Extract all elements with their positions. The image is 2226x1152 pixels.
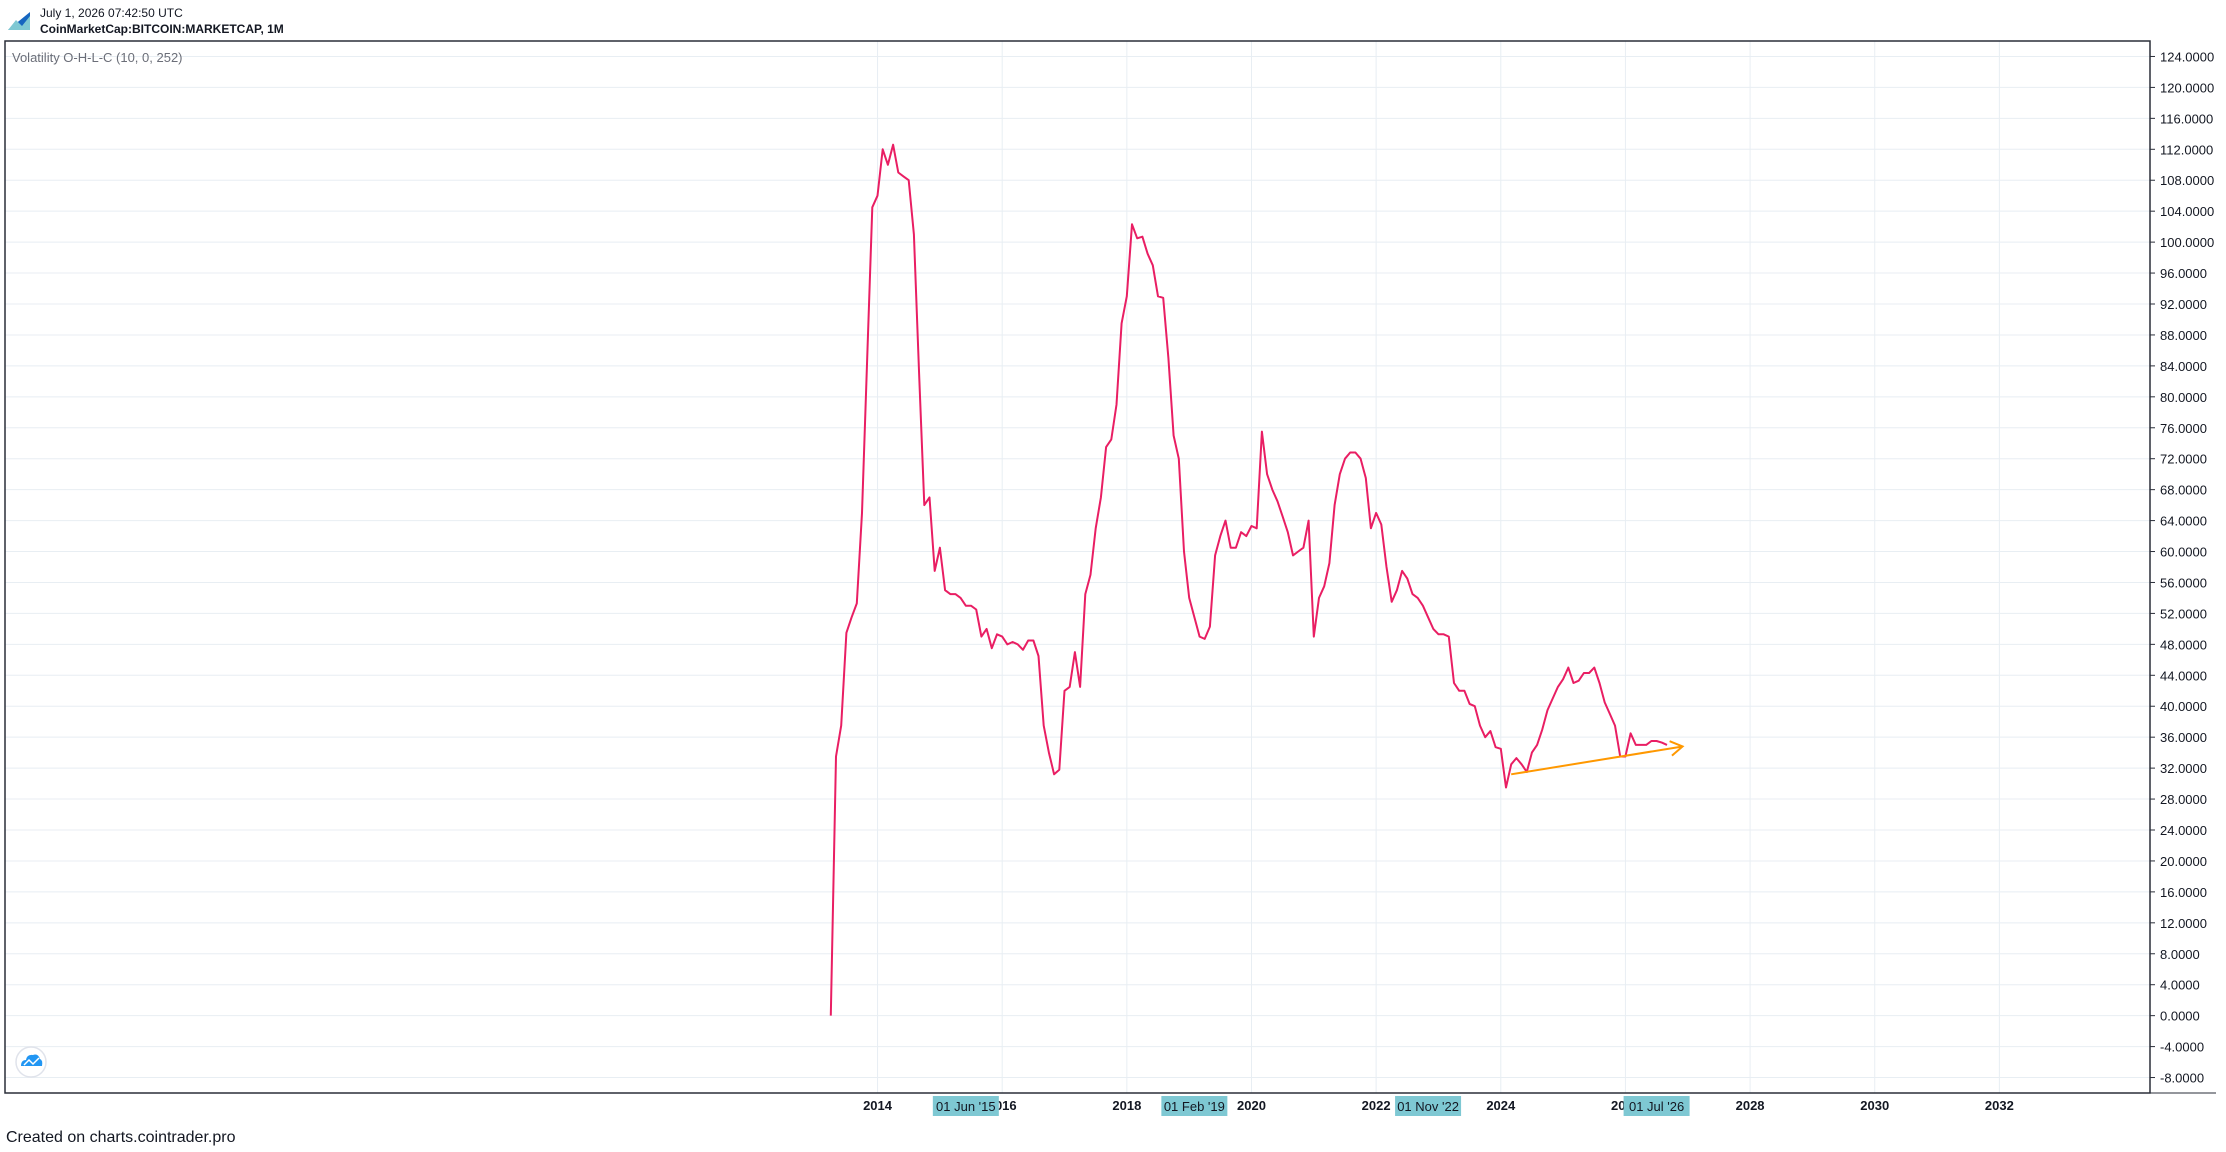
x-tick-label: 2022 (1362, 1098, 1391, 1113)
y-tick-label: 68.0000 (2160, 483, 2207, 498)
chart-header: July 1, 2026 07:42:50 UTC CoinMarketCap:… (0, 0, 2226, 40)
header-symbol: CoinMarketCap:BITCOIN:MARKETCAP, 1M (40, 22, 284, 36)
y-tick-label: 84.0000 (2160, 359, 2207, 374)
y-tick-label: 64.0000 (2160, 514, 2207, 529)
y-tick-label: 36.0000 (2160, 730, 2207, 745)
header-timestamp: July 1, 2026 07:42:50 UTC (40, 6, 183, 20)
y-tick-label: 112.0000 (2160, 142, 2213, 157)
y-tick-label: 116.0000 (2160, 111, 2213, 126)
y-tick-label: 40.0000 (2160, 699, 2207, 714)
x-tick-label: 2020 (1237, 1098, 1266, 1113)
y-tick-label: 24.0000 (2160, 823, 2207, 838)
x-marker-label: 01 Feb '19 (1164, 1099, 1225, 1114)
x-tick-label: 2032 (1985, 1098, 2014, 1113)
series-layer (829, 143, 1668, 1016)
x-marker-label: 01 Nov '22 (1397, 1099, 1459, 1114)
y-tick-label: 12.0000 (2160, 916, 2207, 931)
y-tick-label: 4.0000 (2160, 978, 2200, 993)
y-tick-label: 96.0000 (2160, 266, 2207, 281)
cointrader-logo-icon (8, 12, 30, 30)
y-axis[interactable]: 124.0000 120.0000 116.0000 112.0000 108.0000… (2150, 49, 2214, 1086)
x-tick-label: 2024 (1486, 1098, 1516, 1113)
y-tick-label: 104.0000 (2160, 204, 2214, 219)
y-tick-label: -4.0000 (2160, 1040, 2204, 1055)
plot-frame (4, 40, 2151, 1094)
x-tick-label: 2028 (1736, 1098, 1765, 1113)
y-tick-label: 108.0000 (2160, 173, 2214, 188)
y-tick-label: 88.0000 (2160, 328, 2207, 343)
y-tick-label: 8.0000 (2160, 947, 2200, 962)
y-tick-label: 100.0000 (2160, 235, 2214, 250)
y-tick-label: 76.0000 (2160, 421, 2207, 436)
y-tick-label: 20.0000 (2160, 854, 2207, 869)
y-tick-label: 52.0000 (2160, 606, 2207, 621)
x-tick-label: 2030 (1860, 1098, 1889, 1113)
trendline[interactable] (1511, 745, 1683, 776)
y-tick-label: 16.0000 (2160, 885, 2207, 900)
y-tick-label: 60.0000 (2160, 545, 2207, 560)
y-tick-label: 0.0000 (2160, 1009, 2200, 1024)
y-tick-label: 80.0000 (2160, 390, 2207, 405)
y-tick-label: -8.0000 (2160, 1071, 2204, 1086)
y-tick-label: 56.0000 (2160, 575, 2207, 590)
chart-area[interactable]: 124.0000 120.0000 116.0000 112.0000 108.0000… (0, 40, 2226, 1120)
y-tick-label: 48.0000 (2160, 637, 2207, 652)
volatility-series-line[interactable] (829, 143, 1668, 1016)
footer-credit: Created on charts.cointrader.pro (6, 1129, 236, 1146)
x-tick-label: 2018 (1112, 1098, 1141, 1113)
y-tick-label: 72.0000 (2160, 452, 2207, 467)
grid (5, 41, 2150, 1093)
x-tick-label: 2014 (863, 1098, 893, 1113)
cointrader-cloud-icon[interactable] (15, 1046, 47, 1078)
y-tick-label: 120.0000 (2160, 80, 2214, 95)
indicator-label[interactable]: Volatility O-H-L-C (10, 0, 252) (12, 50, 183, 65)
y-tick-label: 32.0000 (2160, 761, 2207, 776)
x-markers: 01 Jun '15 01 Feb '19 01 Nov '22 01 Jul '26 (932, 1096, 1690, 1116)
y-tick-label: 28.0000 (2160, 792, 2207, 807)
y-tick-label: 124.0000 (2160, 49, 2214, 64)
x-marker-label: 01 Jul '26 (1629, 1099, 1684, 1114)
y-tick-label: 92.0000 (2160, 297, 2207, 312)
y-tick-label: 44.0000 (2160, 668, 2207, 683)
x-marker-label: 01 Jun '15 (936, 1099, 996, 1114)
